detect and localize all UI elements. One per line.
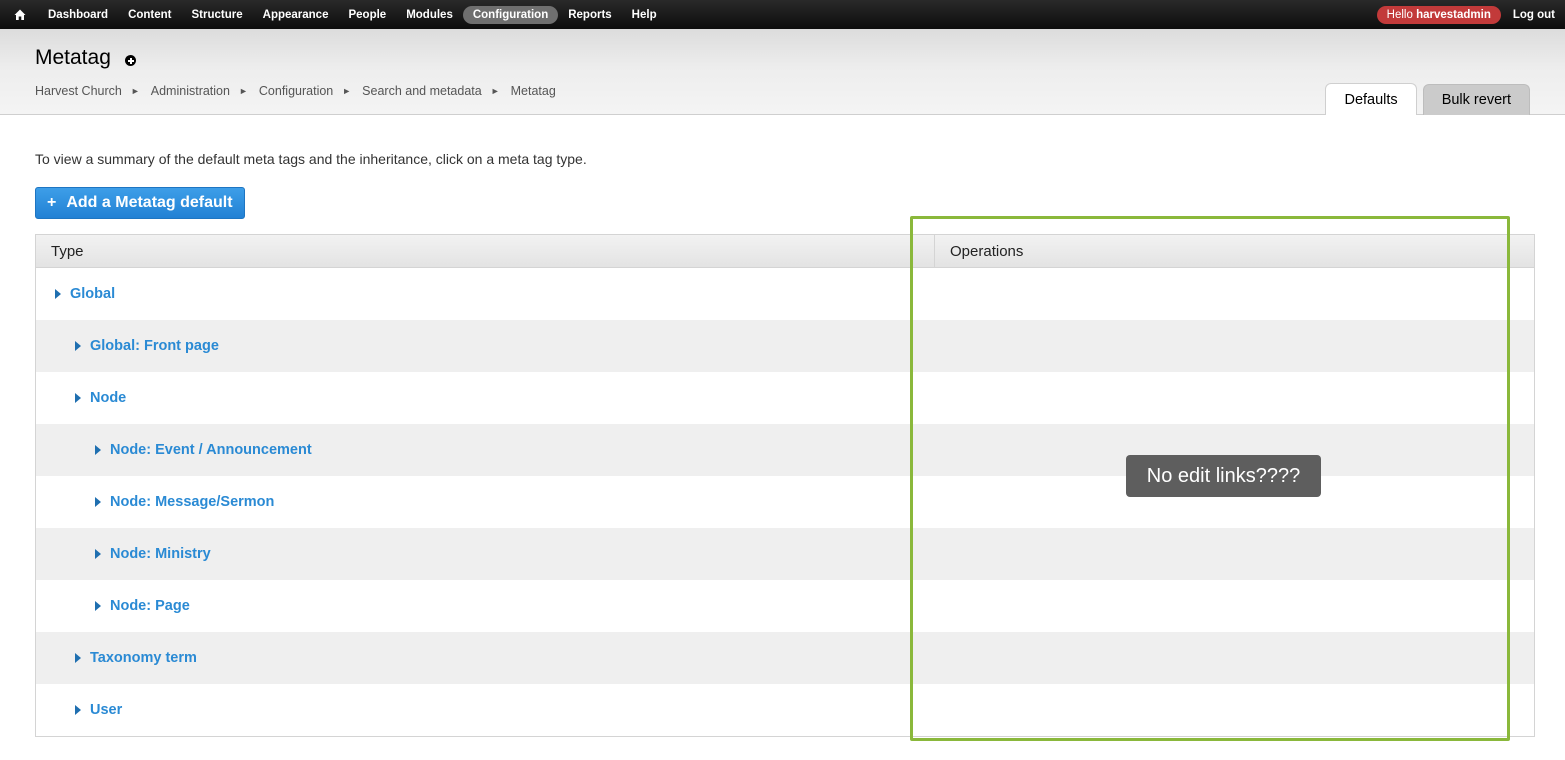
table-row: Global: Front page (36, 320, 1534, 372)
menu-item-help[interactable]: Help (622, 6, 667, 24)
breadcrumb-separator-icon: ► (130, 86, 140, 96)
metatag-type-link[interactable]: Node: Message/Sermon (95, 494, 274, 510)
type-cell: Global (36, 286, 935, 302)
operations-cell (935, 372, 1534, 424)
breadcrumb-item[interactable]: Harvest Church (35, 84, 122, 98)
metatag-type-link[interactable]: Node: Event / Announcement (95, 442, 312, 458)
expand-arrow-icon[interactable] (75, 705, 81, 715)
table-row: Node: Ministry (36, 528, 1534, 580)
type-cell: Node: Page (36, 598, 935, 614)
type-cell: Global: Front page (36, 338, 935, 354)
annotation-note: No edit links???? (1126, 455, 1321, 497)
operations-cell (935, 528, 1534, 580)
table-row: Global (36, 268, 1534, 320)
operations-cell (935, 268, 1534, 320)
metatag-type-label: Global: Front page (90, 338, 219, 354)
page-title: Metatag (35, 46, 111, 69)
add-metatag-default-button[interactable]: + Add a Metatag default (35, 187, 245, 219)
column-header-type: Type (36, 235, 935, 267)
breadcrumb-item[interactable]: Administration (151, 84, 230, 98)
breadcrumb-item[interactable]: Configuration (259, 84, 333, 98)
add-button-label: Add a Metatag default (66, 194, 233, 211)
breadcrumb-separator-icon: ► (342, 86, 352, 96)
column-header-operations: Operations (950, 242, 1024, 260)
metatag-type-link[interactable]: User (75, 702, 122, 718)
metatag-type-label: Node (90, 390, 127, 406)
type-cell: User (36, 702, 935, 718)
breadcrumb-item[interactable]: Metatag (511, 84, 556, 98)
metatag-type-link[interactable]: Global (55, 286, 115, 302)
breadcrumb-separator-icon: ► (490, 86, 500, 96)
table-header: Type Operations (36, 235, 1534, 268)
menu-item-dashboard[interactable]: Dashboard (38, 6, 118, 24)
metatag-type-label: User (90, 702, 123, 718)
operations-cell (935, 632, 1534, 684)
help-text: To view a summary of the default meta ta… (35, 151, 587, 167)
type-cell: Node (36, 390, 935, 406)
table-row: User (36, 684, 1534, 736)
metatag-type-link[interactable]: Global: Front page (75, 338, 219, 354)
breadcrumb-item[interactable]: Search and metadata (362, 84, 482, 98)
home-icon[interactable] (14, 9, 26, 21)
table-body: Global Global: Front page Node Node: Event … (36, 268, 1534, 736)
page-header: Metatag Harvest Church ► Administration ► Co… (0, 29, 1565, 115)
operations-cell (935, 320, 1534, 372)
metatag-type-label: Taxonomy term (90, 650, 197, 666)
metatag-type-label: Global (70, 286, 116, 302)
metatag-type-link[interactable]: Taxonomy term (75, 650, 197, 666)
breadcrumb-separator-icon: ► (238, 86, 248, 96)
expand-arrow-icon[interactable] (95, 549, 101, 559)
admin-toolbar: Dashboard Content Structure Appearance Peopl… (0, 0, 1565, 29)
operations-cell (935, 684, 1534, 736)
tab-defaults[interactable]: Defaults (1325, 83, 1417, 115)
plus-icon: + (47, 194, 57, 211)
add-shortcut-icon[interactable] (125, 55, 136, 66)
expand-arrow-icon[interactable] (75, 653, 81, 663)
expand-arrow-icon[interactable] (95, 445, 101, 455)
breadcrumb: Harvest Church ► Administration ► Configurat… (35, 84, 556, 98)
menu-item-modules[interactable]: Modules (396, 6, 463, 24)
metatag-type-link[interactable]: Node: Page (95, 598, 190, 614)
menu-item-people[interactable]: People (338, 6, 396, 24)
expand-arrow-icon[interactable] (55, 289, 61, 299)
menu-item-content[interactable]: Content (118, 6, 181, 24)
menu-item-reports[interactable]: Reports (558, 6, 621, 24)
table-row: Node (36, 372, 1534, 424)
user-greeting-badge[interactable]: Hello harvestadmin (1376, 5, 1501, 24)
expand-arrow-icon[interactable] (75, 341, 81, 351)
table-row: Taxonomy term (36, 632, 1534, 684)
type-cell: Node: Ministry (36, 546, 935, 562)
type-cell: Taxonomy term (36, 650, 935, 666)
menu-item-appearance[interactable]: Appearance (253, 6, 339, 24)
type-cell: Node: Event / Announcement (36, 442, 935, 458)
username: harvestadmin (1416, 8, 1491, 21)
menu-item-configuration[interactable]: Configuration (462, 5, 559, 24)
metatag-type-label: Node: Event / Announcement (110, 442, 312, 458)
menu-item-structure[interactable]: Structure (182, 6, 253, 24)
operations-cell (935, 580, 1534, 632)
logout-link[interactable]: Log out (1509, 6, 1565, 24)
metatag-type-label: Node: Page (110, 598, 190, 614)
greeting-text: Hello (1386, 8, 1417, 21)
metatag-type-link[interactable]: Node (75, 390, 126, 406)
type-cell: Node: Message/Sermon (36, 494, 935, 510)
primary-tabs: Defaults Bulk revert (1319, 83, 1530, 115)
table-row: Node: Page (36, 580, 1534, 632)
expand-arrow-icon[interactable] (95, 497, 101, 507)
tab-bulk-revert[interactable]: Bulk revert (1422, 84, 1530, 115)
admin-menu: Dashboard Content Structure Appearance Peopl… (38, 5, 667, 24)
metatag-type-label: Node: Ministry (110, 546, 211, 562)
metatag-type-label: Node: Message/Sermon (110, 494, 275, 510)
expand-arrow-icon[interactable] (75, 393, 81, 403)
metatag-type-link[interactable]: Node: Ministry (95, 546, 211, 562)
expand-arrow-icon[interactable] (95, 601, 101, 611)
